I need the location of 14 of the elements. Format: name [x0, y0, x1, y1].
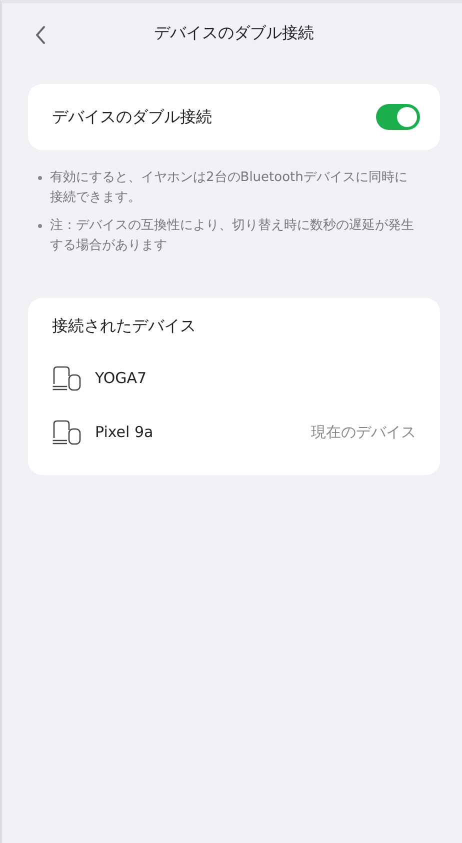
section-title: 接続されたデバイス [52, 316, 197, 337]
device-name: YOGA7 [95, 369, 147, 387]
page-title: デバイスのダブル接続 [154, 22, 314, 44]
devices-icon [52, 366, 83, 390]
bullet-dot [38, 224, 42, 228]
note-text: 有効にすると、イヤホンは2台のBluetoothデバイスに同時に接続できます。 [50, 169, 408, 207]
back-icon[interactable] [34, 25, 46, 45]
device-status: 現在のデバイス [311, 422, 416, 442]
bullet-dot [38, 176, 42, 180]
toggle-label: デバイスのダブル接続 [52, 106, 212, 128]
note-text: 注：デバイスの互換性により、切り替え時に数秒の遅延が発生する場合があります [50, 217, 415, 255]
toggle-switch[interactable] [376, 104, 420, 130]
device-name: Pixel 9a [95, 423, 154, 441]
devices-icon [52, 420, 83, 444]
